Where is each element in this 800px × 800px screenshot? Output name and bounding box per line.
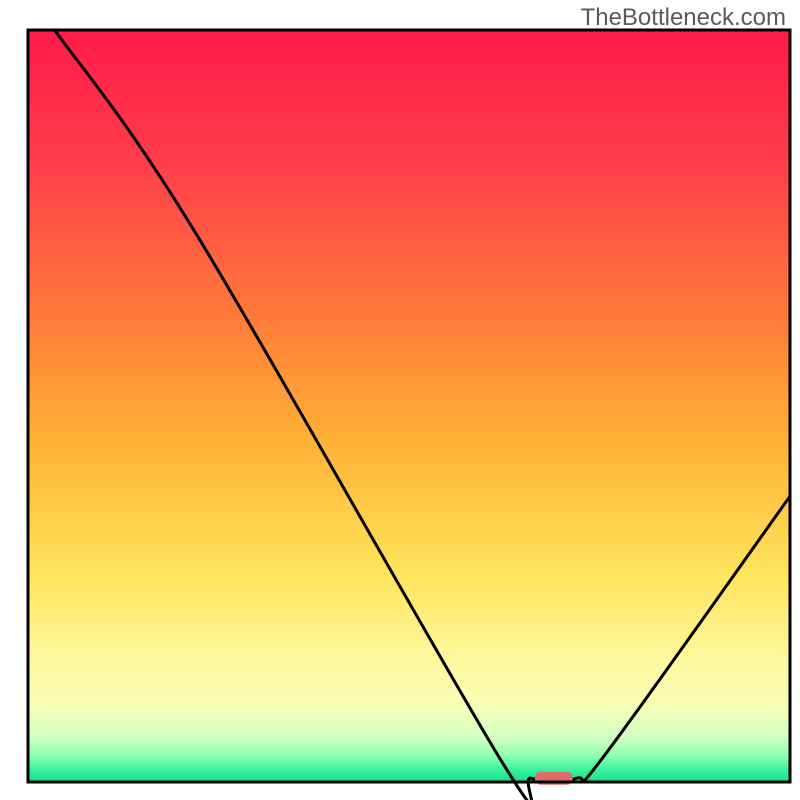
watermark-text: TheBottleneck.com: [581, 4, 786, 32]
bottleneck-chart: [0, 0, 800, 800]
gradient-background: [28, 30, 790, 782]
plot-area: [28, 30, 790, 800]
chart-container: TheBottleneck.com: [0, 0, 800, 800]
